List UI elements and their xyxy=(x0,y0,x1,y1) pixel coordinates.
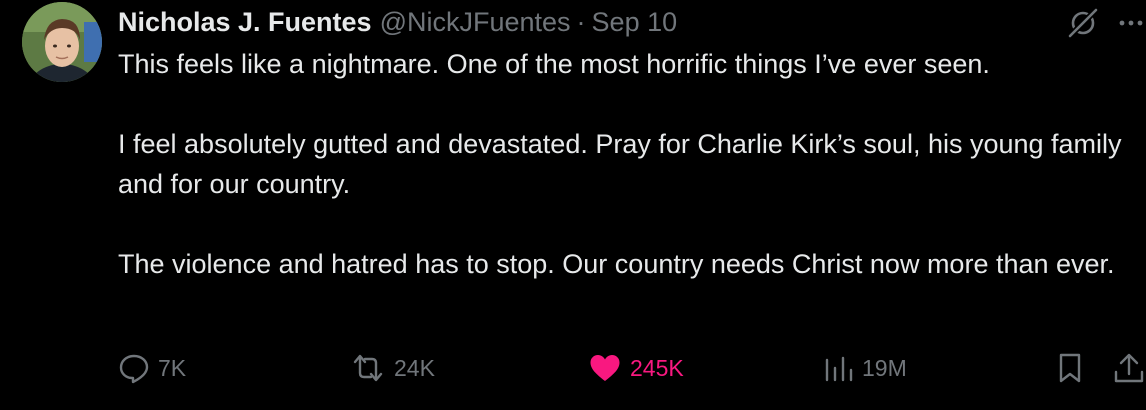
repost-count: 24K xyxy=(394,354,435,381)
author-handle[interactable]: @NickJFuentes xyxy=(380,7,571,38)
tweet-paragraph: The violence and hatred has to stop. Our… xyxy=(118,249,1115,279)
like-button[interactable]: 245K xyxy=(588,348,684,388)
repost-button[interactable]: 24K xyxy=(350,348,435,388)
more-icon[interactable] xyxy=(1116,8,1146,38)
reply-button[interactable]: 7K xyxy=(118,348,186,388)
header-separator: · xyxy=(576,6,586,37)
reply-count: 7K xyxy=(158,354,187,381)
bookmark-button[interactable] xyxy=(1056,348,1084,388)
bookmark-icon xyxy=(1056,352,1084,384)
tweet-timestamp[interactable]: Sep 10 xyxy=(592,7,678,38)
like-icon xyxy=(588,352,622,384)
like-count: 245K xyxy=(630,354,684,381)
tweet-text: This feels like a nightmare. One of the … xyxy=(118,44,1128,284)
avatar[interactable] xyxy=(22,2,102,82)
tweet-header: Nicholas J. Fuentes @NickJFuentes · Sep … xyxy=(118,4,677,40)
views-count: 19M xyxy=(862,354,907,381)
reply-icon xyxy=(118,352,150,384)
repost-icon xyxy=(350,352,386,384)
share-icon xyxy=(1112,352,1146,384)
tweet-paragraph: This feels like a nightmare. One of the … xyxy=(118,49,990,79)
grok-icon[interactable] xyxy=(1066,6,1100,40)
views-icon xyxy=(824,352,854,384)
share-button[interactable] xyxy=(1112,348,1146,388)
author-display-name[interactable]: Nicholas J. Fuentes xyxy=(118,7,372,38)
tweet-paragraph: I feel absolutely gutted and devastated.… xyxy=(118,129,1122,199)
views-button[interactable]: 19M xyxy=(824,348,907,388)
